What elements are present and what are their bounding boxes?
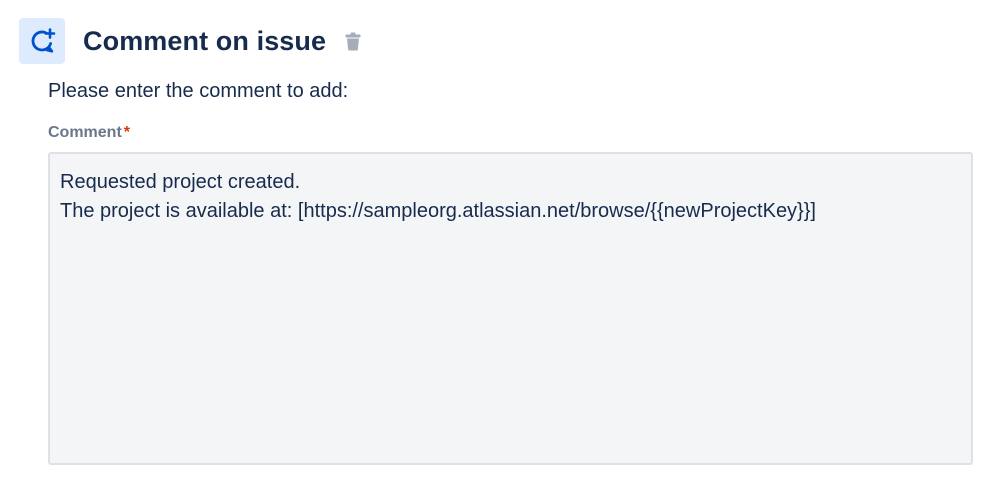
comment-textarea[interactable]: Requested project created. The project i… <box>48 152 973 465</box>
delete-button[interactable] <box>342 28 364 54</box>
required-marker: * <box>123 124 131 141</box>
comment-action-panel: Comment on issue Please enter the commen… <box>0 0 999 479</box>
comment-add-icon <box>19 18 65 64</box>
comment-label-text: Comment <box>48 124 122 141</box>
trash-icon <box>345 32 361 50</box>
comment-field-label: Comment * <box>48 124 130 142</box>
page-title: Comment on issue <box>83 25 327 56</box>
instructions-text: Please enter the comment to add: <box>48 80 349 102</box>
action-header: Comment on issue <box>19 18 364 64</box>
